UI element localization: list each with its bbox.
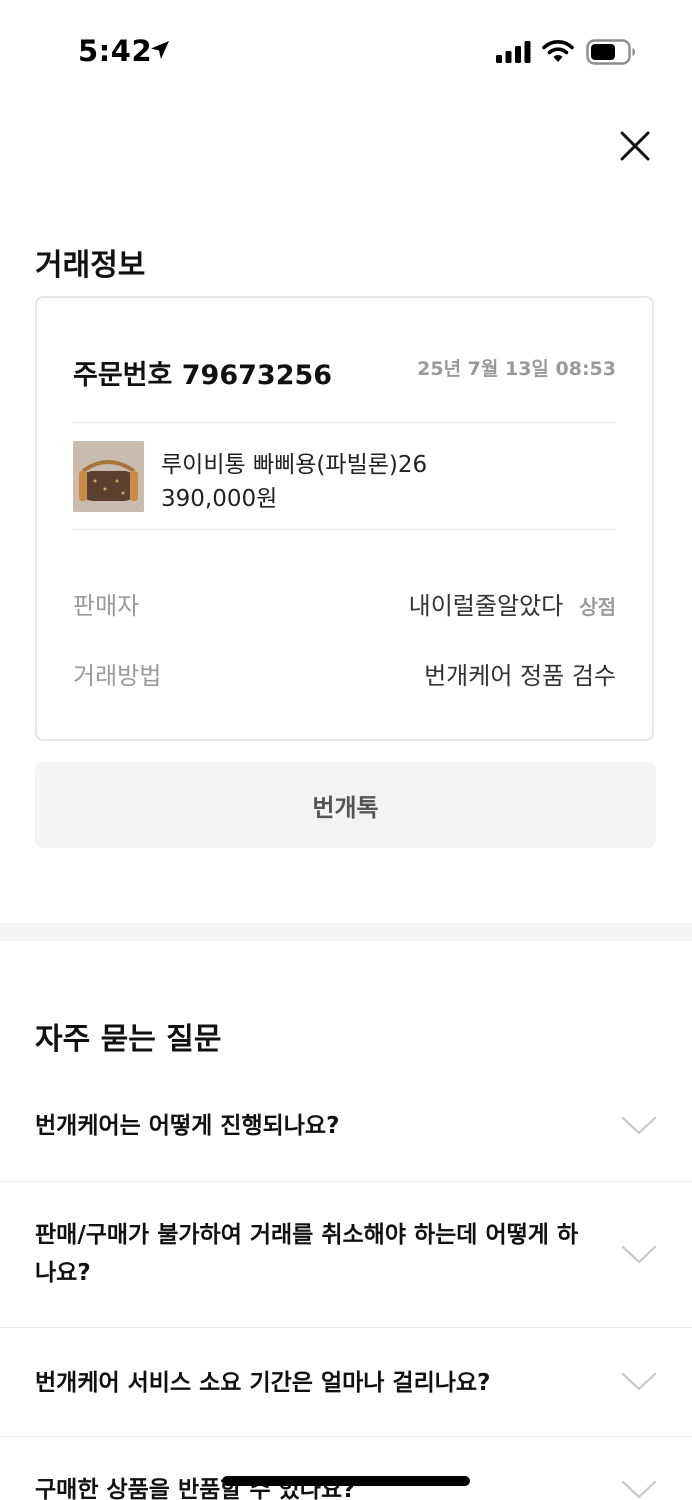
faq-title: 자주 묻는 질문 [35,1022,222,1057]
location-arrow-icon [151,41,169,59]
order-date: 25년 7월 13일 08:53 [417,358,616,380]
cellular-signal-icon [496,41,531,63]
trade-method-value: 번개케어 정품 검수 [424,662,616,690]
faq-item[interactable]: 판매/구매가 불가하여 거래를 취소해야 하는데 어떻게 하나요? [0,1182,692,1327]
status-bar: 5:42 [0,0,692,104]
battery-icon [586,39,635,65]
store-link[interactable]: 상점 [579,595,616,619]
trade-method-label: 거래방법 [73,662,162,690]
divider [73,422,616,423]
faq-question: 판매/구매가 불가하여 거래를 취소해야 하는데 어떻게 하나요? [35,1222,579,1286]
faq-question: 번개케어 서비스 소요 기간은 얼마나 걸리나요? [35,1370,491,1396]
faq-question: 번개케어는 어떻게 진행되나요? [35,1113,340,1139]
status-time: 5:42 [78,34,153,68]
product-name[interactable]: 루이비통 빠삐용(파빌론)26 [161,445,427,479]
divider [73,529,616,530]
home-indicator[interactable] [222,1476,470,1486]
chevron-down-icon [621,1245,657,1264]
seller-label: 판매자 [73,592,140,620]
chevron-down-icon [621,1372,657,1391]
chevron-down-icon [621,1480,657,1499]
product-price: 390,000원 [161,486,278,512]
trade-info-card: 주문번호 79673256 25년 7월 13일 08:53 루이비통 빠삐용(… [35,296,654,741]
chevron-down-icon [621,1116,657,1135]
close-icon [620,131,650,161]
handbag-image-icon [73,441,144,512]
trade-info-title: 거래정보 [35,248,146,283]
faq-item[interactable]: 번개케어 서비스 소요 기간은 얼마나 걸리나요? [0,1328,692,1436]
faq-item[interactable]: 번개케어는 어떻게 진행되나요? [0,1090,692,1180]
wifi-icon [542,40,574,62]
order-number: 주문번호 79673256 [73,360,333,391]
seller-name: 내이럴줄알았다 [408,592,564,620]
section-separator [0,923,692,941]
close-button[interactable] [614,125,656,167]
faq-item[interactable]: 구매한 상품을 반품할 수 있나요? [0,1437,692,1500]
product-thumbnail[interactable] [73,441,144,512]
seller-row: 내이럴줄알았다 상점 [409,586,616,621]
chat-button[interactable]: 번개톡 [35,762,656,848]
